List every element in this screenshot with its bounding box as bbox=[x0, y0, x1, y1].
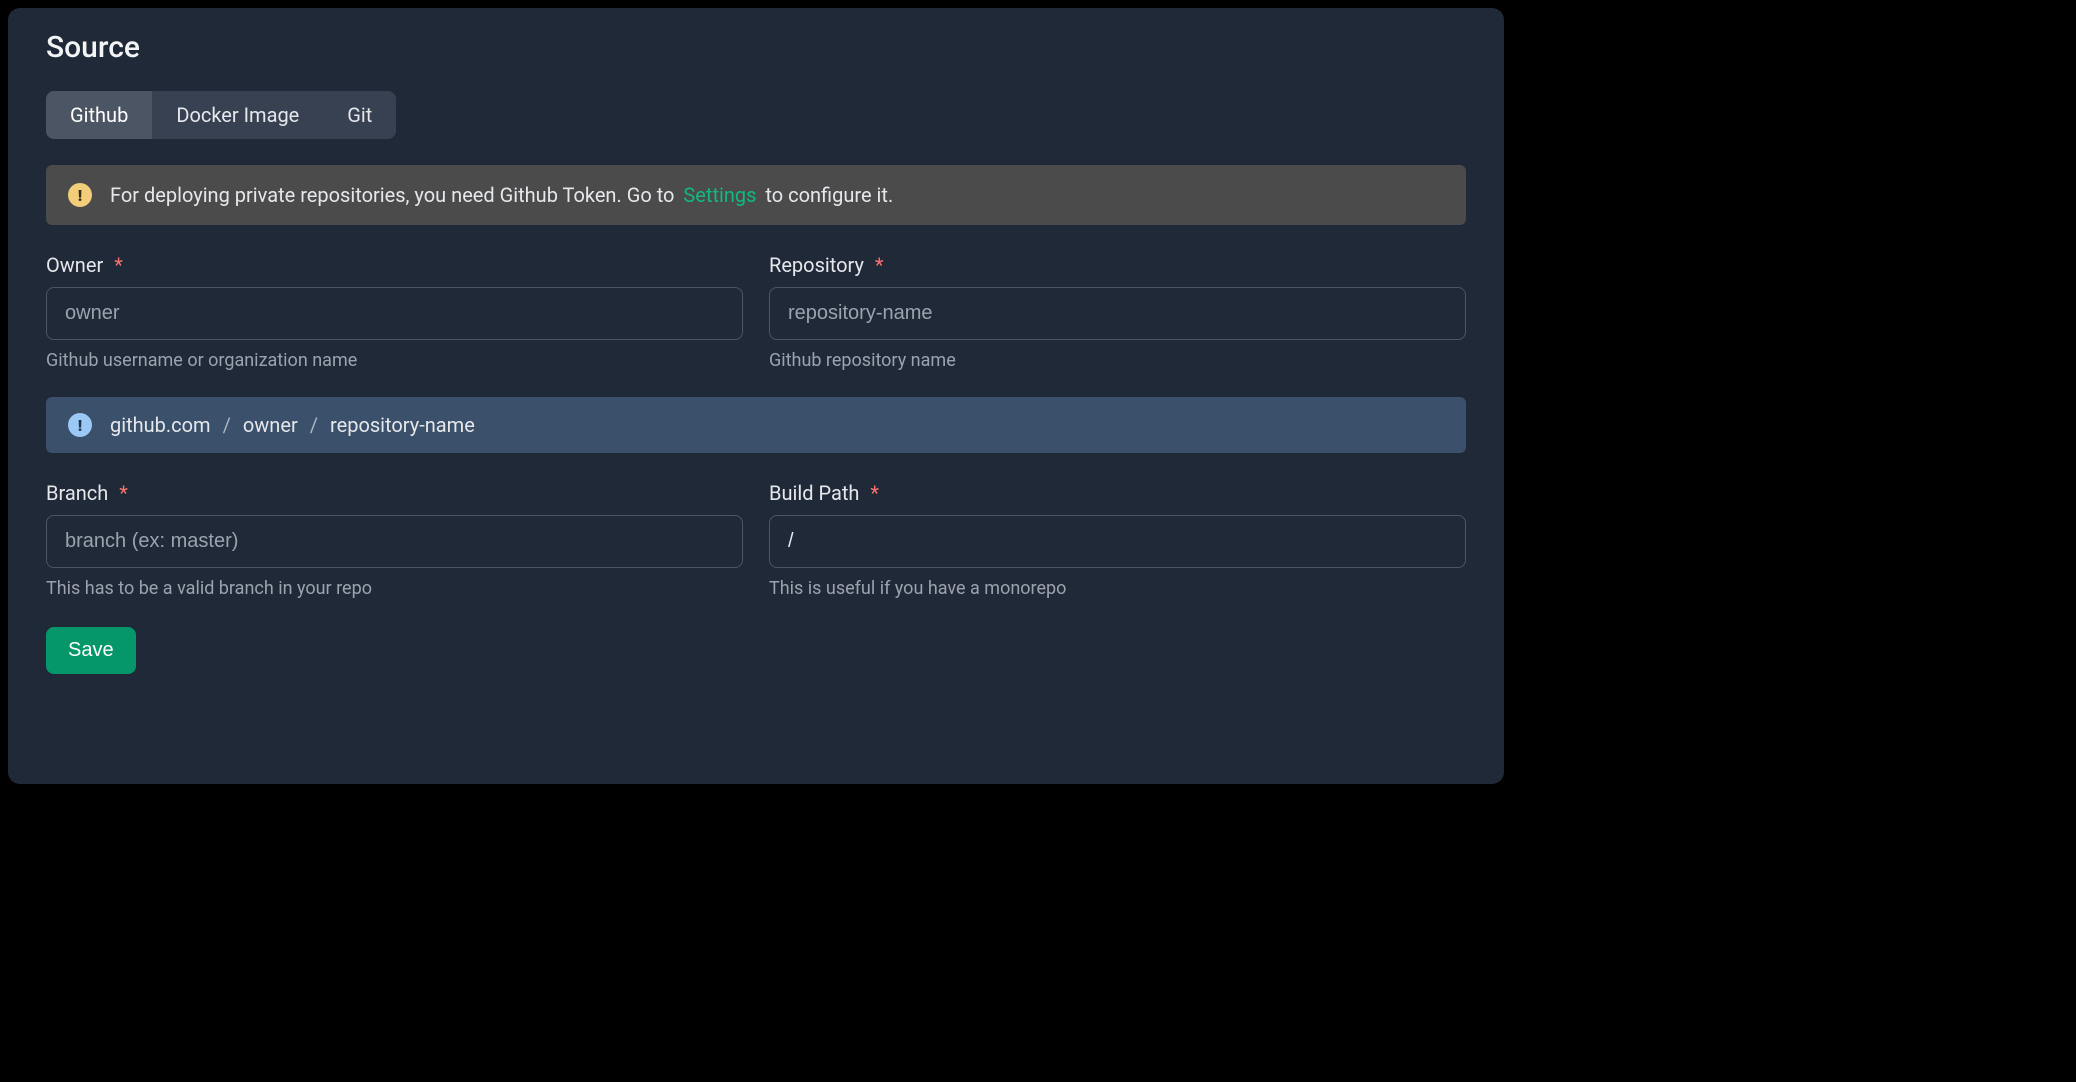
owner-input[interactable] bbox=[46, 287, 743, 340]
required-mark: * bbox=[119, 481, 128, 505]
required-mark: * bbox=[114, 253, 123, 277]
branch-hint: This has to be a valid branch in your re… bbox=[46, 578, 743, 599]
github-token-warning: ! For deploying private repositories, yo… bbox=[46, 165, 1466, 225]
warning-text-before: For deploying private repositories, you … bbox=[110, 183, 679, 207]
branch-field-group: Branch * This has to be a valid branch i… bbox=[46, 481, 743, 599]
repo-url-preview: ! github.com / owner / repository-name bbox=[46, 397, 1466, 453]
warning-text: For deploying private repositories, you … bbox=[110, 183, 893, 207]
repo-owner: owner bbox=[243, 413, 298, 437]
repo-host: github.com bbox=[110, 413, 211, 437]
required-mark: * bbox=[875, 253, 884, 277]
branch-label: Branch * bbox=[46, 481, 743, 505]
repository-label: Repository * bbox=[769, 253, 1466, 277]
tab-docker-image[interactable]: Docker Image bbox=[152, 91, 323, 139]
repository-hint: Github repository name bbox=[769, 350, 1466, 371]
tab-git[interactable]: Git bbox=[323, 91, 396, 139]
build-path-hint: This is useful if you have a monorepo bbox=[769, 578, 1466, 599]
page-title: Source bbox=[46, 30, 1466, 65]
separator-icon: / bbox=[310, 413, 318, 437]
repo-url-crumbs: github.com / owner / repository-name bbox=[110, 413, 475, 437]
owner-field-group: Owner * Github username or organization … bbox=[46, 253, 743, 371]
settings-link[interactable]: Settings bbox=[683, 183, 756, 207]
source-tabs: Github Docker Image Git bbox=[46, 91, 396, 139]
exclamation-icon: ! bbox=[68, 183, 92, 207]
owner-hint: Github username or organization name bbox=[46, 350, 743, 371]
repository-input[interactable] bbox=[769, 287, 1466, 340]
info-icon: ! bbox=[68, 413, 92, 437]
build-path-field-group: Build Path * This is useful if you have … bbox=[769, 481, 1466, 599]
repo-name: repository-name bbox=[330, 413, 475, 437]
build-path-label: Build Path * bbox=[769, 481, 1466, 505]
repository-field-group: Repository * Github repository name bbox=[769, 253, 1466, 371]
save-button[interactable]: Save bbox=[46, 627, 136, 674]
source-panel: Source Github Docker Image Git ! For dep… bbox=[6, 6, 1506, 786]
warning-text-after: to configure it. bbox=[765, 183, 893, 207]
branch-input[interactable] bbox=[46, 515, 743, 568]
tab-github[interactable]: Github bbox=[46, 91, 152, 139]
owner-label: Owner * bbox=[46, 253, 743, 277]
separator-icon: / bbox=[223, 413, 231, 437]
build-path-input[interactable] bbox=[769, 515, 1466, 568]
required-mark: * bbox=[870, 481, 879, 505]
